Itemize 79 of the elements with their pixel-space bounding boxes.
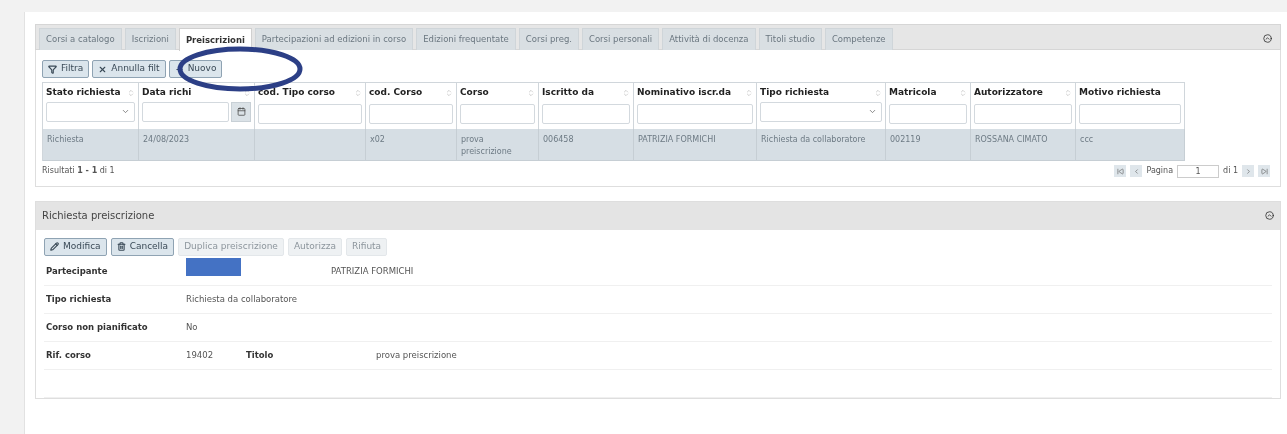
tab[interactable]: Corsi preg. xyxy=(518,28,579,50)
collapse-icon[interactable] xyxy=(1265,211,1274,220)
table-cell-text: ROSSANA CIMATO xyxy=(975,133,1049,146)
pencil-icon xyxy=(50,242,59,251)
filter-select[interactable] xyxy=(760,101,882,122)
action-button[interactable]: Cancella xyxy=(110,237,175,256)
tab[interactable]: Corsi personali xyxy=(582,28,660,50)
field-value: prova preiscrizione xyxy=(376,348,457,362)
first-page-icon xyxy=(1116,167,1124,175)
field-label: Corso non pianificato xyxy=(46,320,149,334)
column-header[interactable]: Nominativo iscr.da xyxy=(637,86,732,100)
table-cell-text: 006458 xyxy=(543,133,575,146)
toolbar-button[interactable]: Filtra xyxy=(42,60,90,78)
page-label: Pagina xyxy=(1146,165,1174,177)
toolbar-button[interactable]: Annulla filt xyxy=(92,60,166,78)
filter-field[interactable] xyxy=(889,103,967,124)
next-page-button[interactable] xyxy=(1242,165,1254,177)
page-total: di 1 xyxy=(1223,165,1238,177)
previous-page-button[interactable] xyxy=(1130,165,1143,177)
column-header[interactable]: Stato richiesta xyxy=(46,86,121,100)
column-header[interactable]: cod. Corso xyxy=(369,86,423,100)
column-header[interactable]: Autorizzatore xyxy=(974,86,1043,100)
filter-field[interactable] xyxy=(974,103,1072,124)
field-label: Titolo xyxy=(246,348,275,362)
column-header[interactable]: Data richi xyxy=(142,86,192,100)
table-cell-text: PATRIZIA FORMICHI xyxy=(638,133,717,146)
filter-field[interactable] xyxy=(542,103,630,124)
filter-field[interactable] xyxy=(637,103,753,124)
field-value: No xyxy=(186,320,199,334)
action-button[interactable]: Modifica xyxy=(44,237,107,256)
calendar-button[interactable] xyxy=(231,101,251,122)
tab[interactable]: Preiscrizioni xyxy=(178,28,252,51)
table-cell-text: prova preiscrizione xyxy=(461,133,513,158)
tab[interactable]: Iscrizioni xyxy=(124,28,176,50)
previous-page-icon xyxy=(1132,167,1140,175)
chevron-down-icon xyxy=(868,107,877,116)
field-value: PATRIZIA FORMICHI xyxy=(331,264,414,278)
last-page-button[interactable] xyxy=(1258,165,1270,177)
field-value: 19402 xyxy=(186,348,215,362)
filter-field[interactable] xyxy=(1079,103,1181,124)
tab[interactable]: Edizioni frequentate xyxy=(416,28,516,50)
filter-field[interactable] xyxy=(369,103,453,124)
column-header[interactable]: Tipo richiesta xyxy=(760,86,830,100)
page-field[interactable]: 1 xyxy=(1177,164,1220,178)
tab[interactable]: Partecipazioni ad edizioni in corso xyxy=(254,28,414,50)
field-label: Rif. corso xyxy=(46,348,92,362)
tab[interactable]: Corsi a catalogo xyxy=(39,28,122,50)
tab[interactable]: Titoli studio xyxy=(758,28,822,50)
column-header[interactable]: Matricola xyxy=(889,86,937,100)
date-field[interactable] xyxy=(142,101,229,122)
tab[interactable]: Competenze xyxy=(824,28,893,50)
tab[interactable]: Attività di docenza xyxy=(662,28,756,50)
table-cell-text: 24/08/2023 xyxy=(143,133,191,146)
trash-icon xyxy=(116,242,126,251)
collapse-icon[interactable] xyxy=(1263,34,1272,43)
column-header[interactable]: Iscritto da xyxy=(542,86,594,100)
field-label: Tipo richiesta xyxy=(46,292,113,306)
table-cell-text: Richiesta xyxy=(47,133,85,146)
first-page-button[interactable] xyxy=(1114,165,1127,177)
table-cell-text: ccc xyxy=(1080,133,1095,146)
filter-select[interactable] xyxy=(46,101,135,122)
last-page-icon xyxy=(1260,167,1268,175)
section-title: Richiesta preiscrizione xyxy=(42,209,155,223)
column-header[interactable]: cod. Tipo corso xyxy=(258,86,335,100)
calendar-icon xyxy=(236,107,246,116)
field-value: Richiesta da collaboratore xyxy=(186,292,298,306)
table-cell-text: Richiesta da collaboratore xyxy=(761,133,867,146)
table-cell-text: 002119 xyxy=(890,133,922,146)
field-label: Partecipante xyxy=(46,264,109,278)
next-page-icon xyxy=(1244,167,1252,175)
close-icon xyxy=(98,64,108,74)
column-header[interactable]: Corso xyxy=(460,86,489,100)
column-header[interactable]: Motivo richiesta xyxy=(1079,86,1161,100)
filter-icon xyxy=(48,64,57,74)
filter-field[interactable] xyxy=(460,103,535,124)
results-count: Risultati 1 - 1 di 1 xyxy=(42,165,115,177)
chevron-down-icon xyxy=(121,107,130,116)
filter-field[interactable] xyxy=(258,103,362,124)
table-cell-text: x02 xyxy=(370,133,386,146)
